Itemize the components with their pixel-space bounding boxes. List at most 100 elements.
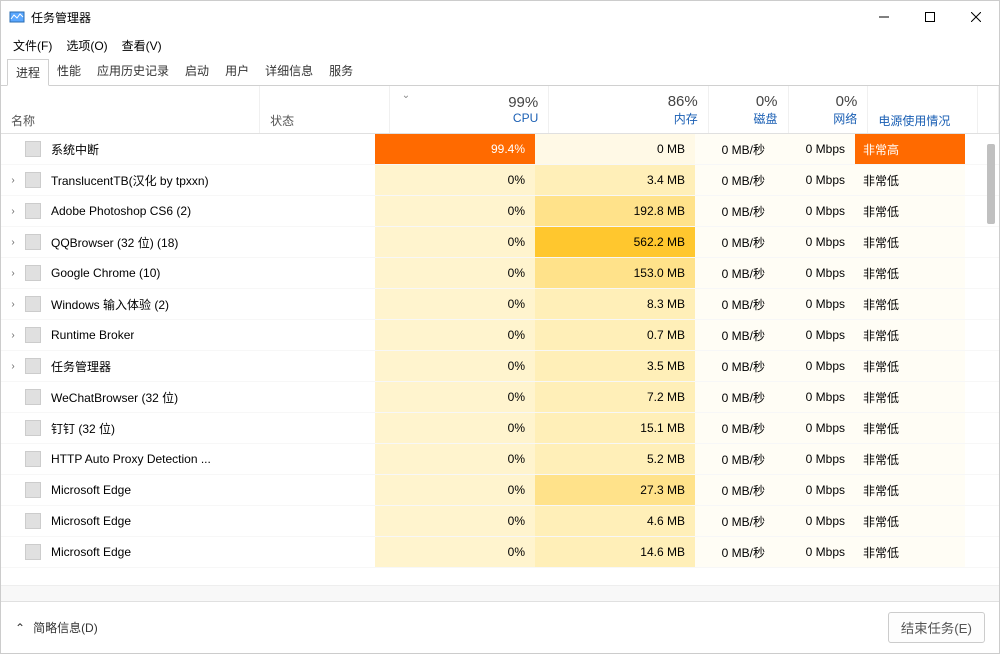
close-button[interactable] <box>953 1 999 33</box>
fewer-details-toggle[interactable]: ⌃ 简略信息(D) <box>15 619 98 636</box>
process-icon <box>25 358 41 374</box>
tab-app-history[interactable]: 应用历史记录 <box>89 58 177 85</box>
sort-chevron-icon: ⌄ <box>402 90 410 101</box>
process-name: WeChatBrowser (32 位) <box>51 389 178 406</box>
scrollbar-thumb[interactable] <box>987 144 995 224</box>
table-row[interactable]: 钉钉 (32 位)0%15.1 MB0 MB/秒0 Mbps非常低 <box>1 413 999 444</box>
col-name[interactable]: 名称 <box>1 86 260 133</box>
table-row[interactable]: 系统中断99.4%0 MB0 MB/秒0 Mbps非常高 <box>1 134 999 165</box>
table-row[interactable]: ›Adobe Photoshop CS6 (2)0%192.8 MB0 MB/秒… <box>1 196 999 227</box>
table-row[interactable]: ›Runtime Broker0%0.7 MB0 MB/秒0 Mbps非常低 <box>1 320 999 351</box>
column-header-row: 名称 状态 ⌄ 99% CPU 86% 内存 0% 磁盘 0% 网络 电源使用情… <box>1 86 999 134</box>
disk-cell: 0 MB/秒 <box>695 258 775 288</box>
vertical-scrollbar[interactable] <box>985 134 997 585</box>
col-power[interactable]: 电源使用情况 <box>868 86 978 133</box>
cpu-cell: 0% <box>375 413 535 443</box>
cpu-cell: 0% <box>375 475 535 505</box>
power-cell: 非常低 <box>855 227 965 257</box>
process-icon <box>25 296 41 312</box>
end-task-button[interactable]: 结束任务(E) <box>888 612 985 643</box>
window-title: 任务管理器 <box>31 9 861 26</box>
power-cell: 非常低 <box>855 506 965 536</box>
expand-toggle[interactable]: › <box>1 237 25 248</box>
cpu-cell: 0% <box>375 444 535 474</box>
expand-toggle[interactable]: › <box>1 268 25 279</box>
process-name: Microsoft Edge <box>51 514 131 528</box>
process-name-cell: HTTP Auto Proxy Detection ... <box>25 451 375 467</box>
process-name: HTTP Auto Proxy Detection ... <box>51 452 211 466</box>
power-cell: 非常低 <box>855 165 965 195</box>
cpu-cell: 0% <box>375 320 535 350</box>
process-icon <box>25 482 41 498</box>
expand-toggle[interactable]: › <box>1 175 25 186</box>
disk-cell: 0 MB/秒 <box>695 227 775 257</box>
expand-toggle[interactable]: › <box>1 299 25 310</box>
process-icon <box>25 234 41 250</box>
expand-toggle[interactable]: › <box>1 330 25 341</box>
cpu-cell: 0% <box>375 165 535 195</box>
table-row[interactable]: ›TranslucentTB(汉化 by tpxxn)0%3.4 MB0 MB/… <box>1 165 999 196</box>
table-row[interactable]: Microsoft Edge0%27.3 MB0 MB/秒0 Mbps非常低 <box>1 475 999 506</box>
table-row[interactable]: Microsoft Edge0%4.6 MB0 MB/秒0 Mbps非常低 <box>1 506 999 537</box>
maximize-button[interactable] <box>907 1 953 33</box>
process-name-cell: Microsoft Edge <box>25 544 375 560</box>
process-name-cell: Google Chrome (10) <box>25 265 375 281</box>
mem-cell: 27.3 MB <box>535 475 695 505</box>
mem-cell: 7.2 MB <box>535 382 695 412</box>
table-row[interactable]: WeChatBrowser (32 位)0%7.2 MB0 MB/秒0 Mbps… <box>1 382 999 413</box>
col-cpu[interactable]: ⌄ 99% CPU <box>390 86 550 133</box>
col-cpu-pct: 99% <box>508 94 538 111</box>
power-cell: 非常低 <box>855 196 965 226</box>
tab-processes[interactable]: 进程 <box>7 59 49 86</box>
cpu-cell: 0% <box>375 227 535 257</box>
mem-cell: 8.3 MB <box>535 289 695 319</box>
process-name: TranslucentTB(汉化 by tpxxn) <box>51 172 209 189</box>
process-icon <box>25 141 41 157</box>
tab-services[interactable]: 服务 <box>321 58 361 85</box>
disk-cell: 0 MB/秒 <box>695 351 775 381</box>
minimize-button[interactable] <box>861 1 907 33</box>
process-name-cell: 钉钉 (32 位) <box>25 420 375 437</box>
process-name-cell: Microsoft Edge <box>25 482 375 498</box>
expand-toggle[interactable]: › <box>1 206 25 217</box>
tab-details[interactable]: 详细信息 <box>257 58 321 85</box>
table-row[interactable]: ›QQBrowser (32 位) (18)0%562.2 MB0 MB/秒0 … <box>1 227 999 258</box>
disk-cell: 0 MB/秒 <box>695 444 775 474</box>
table-row[interactable]: ›Windows 输入体验 (2)0%8.3 MB0 MB/秒0 Mbps非常低 <box>1 289 999 320</box>
col-status[interactable]: 状态 <box>260 86 390 133</box>
net-cell: 0 Mbps <box>775 196 855 226</box>
process-name: Microsoft Edge <box>51 483 131 497</box>
task-manager-window: 任务管理器 文件(F) 选项(O) 查看(V) 进程 性能 应用历史记录 启动 … <box>0 0 1000 654</box>
process-name-cell: 任务管理器 <box>25 358 375 375</box>
table-row[interactable]: Microsoft Edge0%14.6 MB0 MB/秒0 Mbps非常低 <box>1 537 999 568</box>
mem-cell: 562.2 MB <box>535 227 695 257</box>
power-cell: 非常低 <box>855 351 965 381</box>
menu-options[interactable]: 选项(O) <box>66 37 107 54</box>
col-disk[interactable]: 0% 磁盘 <box>709 86 789 133</box>
process-name-cell: QQBrowser (32 位) (18) <box>25 234 375 251</box>
tab-users[interactable]: 用户 <box>217 58 257 85</box>
horizontal-scrollbar[interactable] <box>1 585 999 601</box>
col-mem[interactable]: 86% 内存 <box>549 86 709 133</box>
col-net-label: 网络 <box>833 110 857 127</box>
table-row[interactable]: ›任务管理器0%3.5 MB0 MB/秒0 Mbps非常低 <box>1 351 999 382</box>
expand-toggle[interactable]: › <box>1 361 25 372</box>
table-row[interactable]: HTTP Auto Proxy Detection ...0%5.2 MB0 M… <box>1 444 999 475</box>
cpu-cell: 99.4% <box>375 134 535 164</box>
net-cell: 0 Mbps <box>775 227 855 257</box>
table-row[interactable]: ›Google Chrome (10)0%153.0 MB0 MB/秒0 Mbp… <box>1 258 999 289</box>
cpu-cell: 0% <box>375 537 535 567</box>
net-cell: 0 Mbps <box>775 320 855 350</box>
fewer-details-label: 简略信息(D) <box>33 619 98 636</box>
chevron-up-icon: ⌃ <box>15 621 25 635</box>
col-net[interactable]: 0% 网络 <box>789 86 869 133</box>
cpu-cell: 0% <box>375 382 535 412</box>
tab-performance[interactable]: 性能 <box>49 58 89 85</box>
tab-startup[interactable]: 启动 <box>177 58 217 85</box>
menu-view[interactable]: 查看(V) <box>122 37 162 54</box>
process-icon <box>25 451 41 467</box>
disk-cell: 0 MB/秒 <box>695 134 775 164</box>
menu-file[interactable]: 文件(F) <box>13 37 52 54</box>
titlebar: 任务管理器 <box>1 1 999 33</box>
power-cell: 非常低 <box>855 475 965 505</box>
